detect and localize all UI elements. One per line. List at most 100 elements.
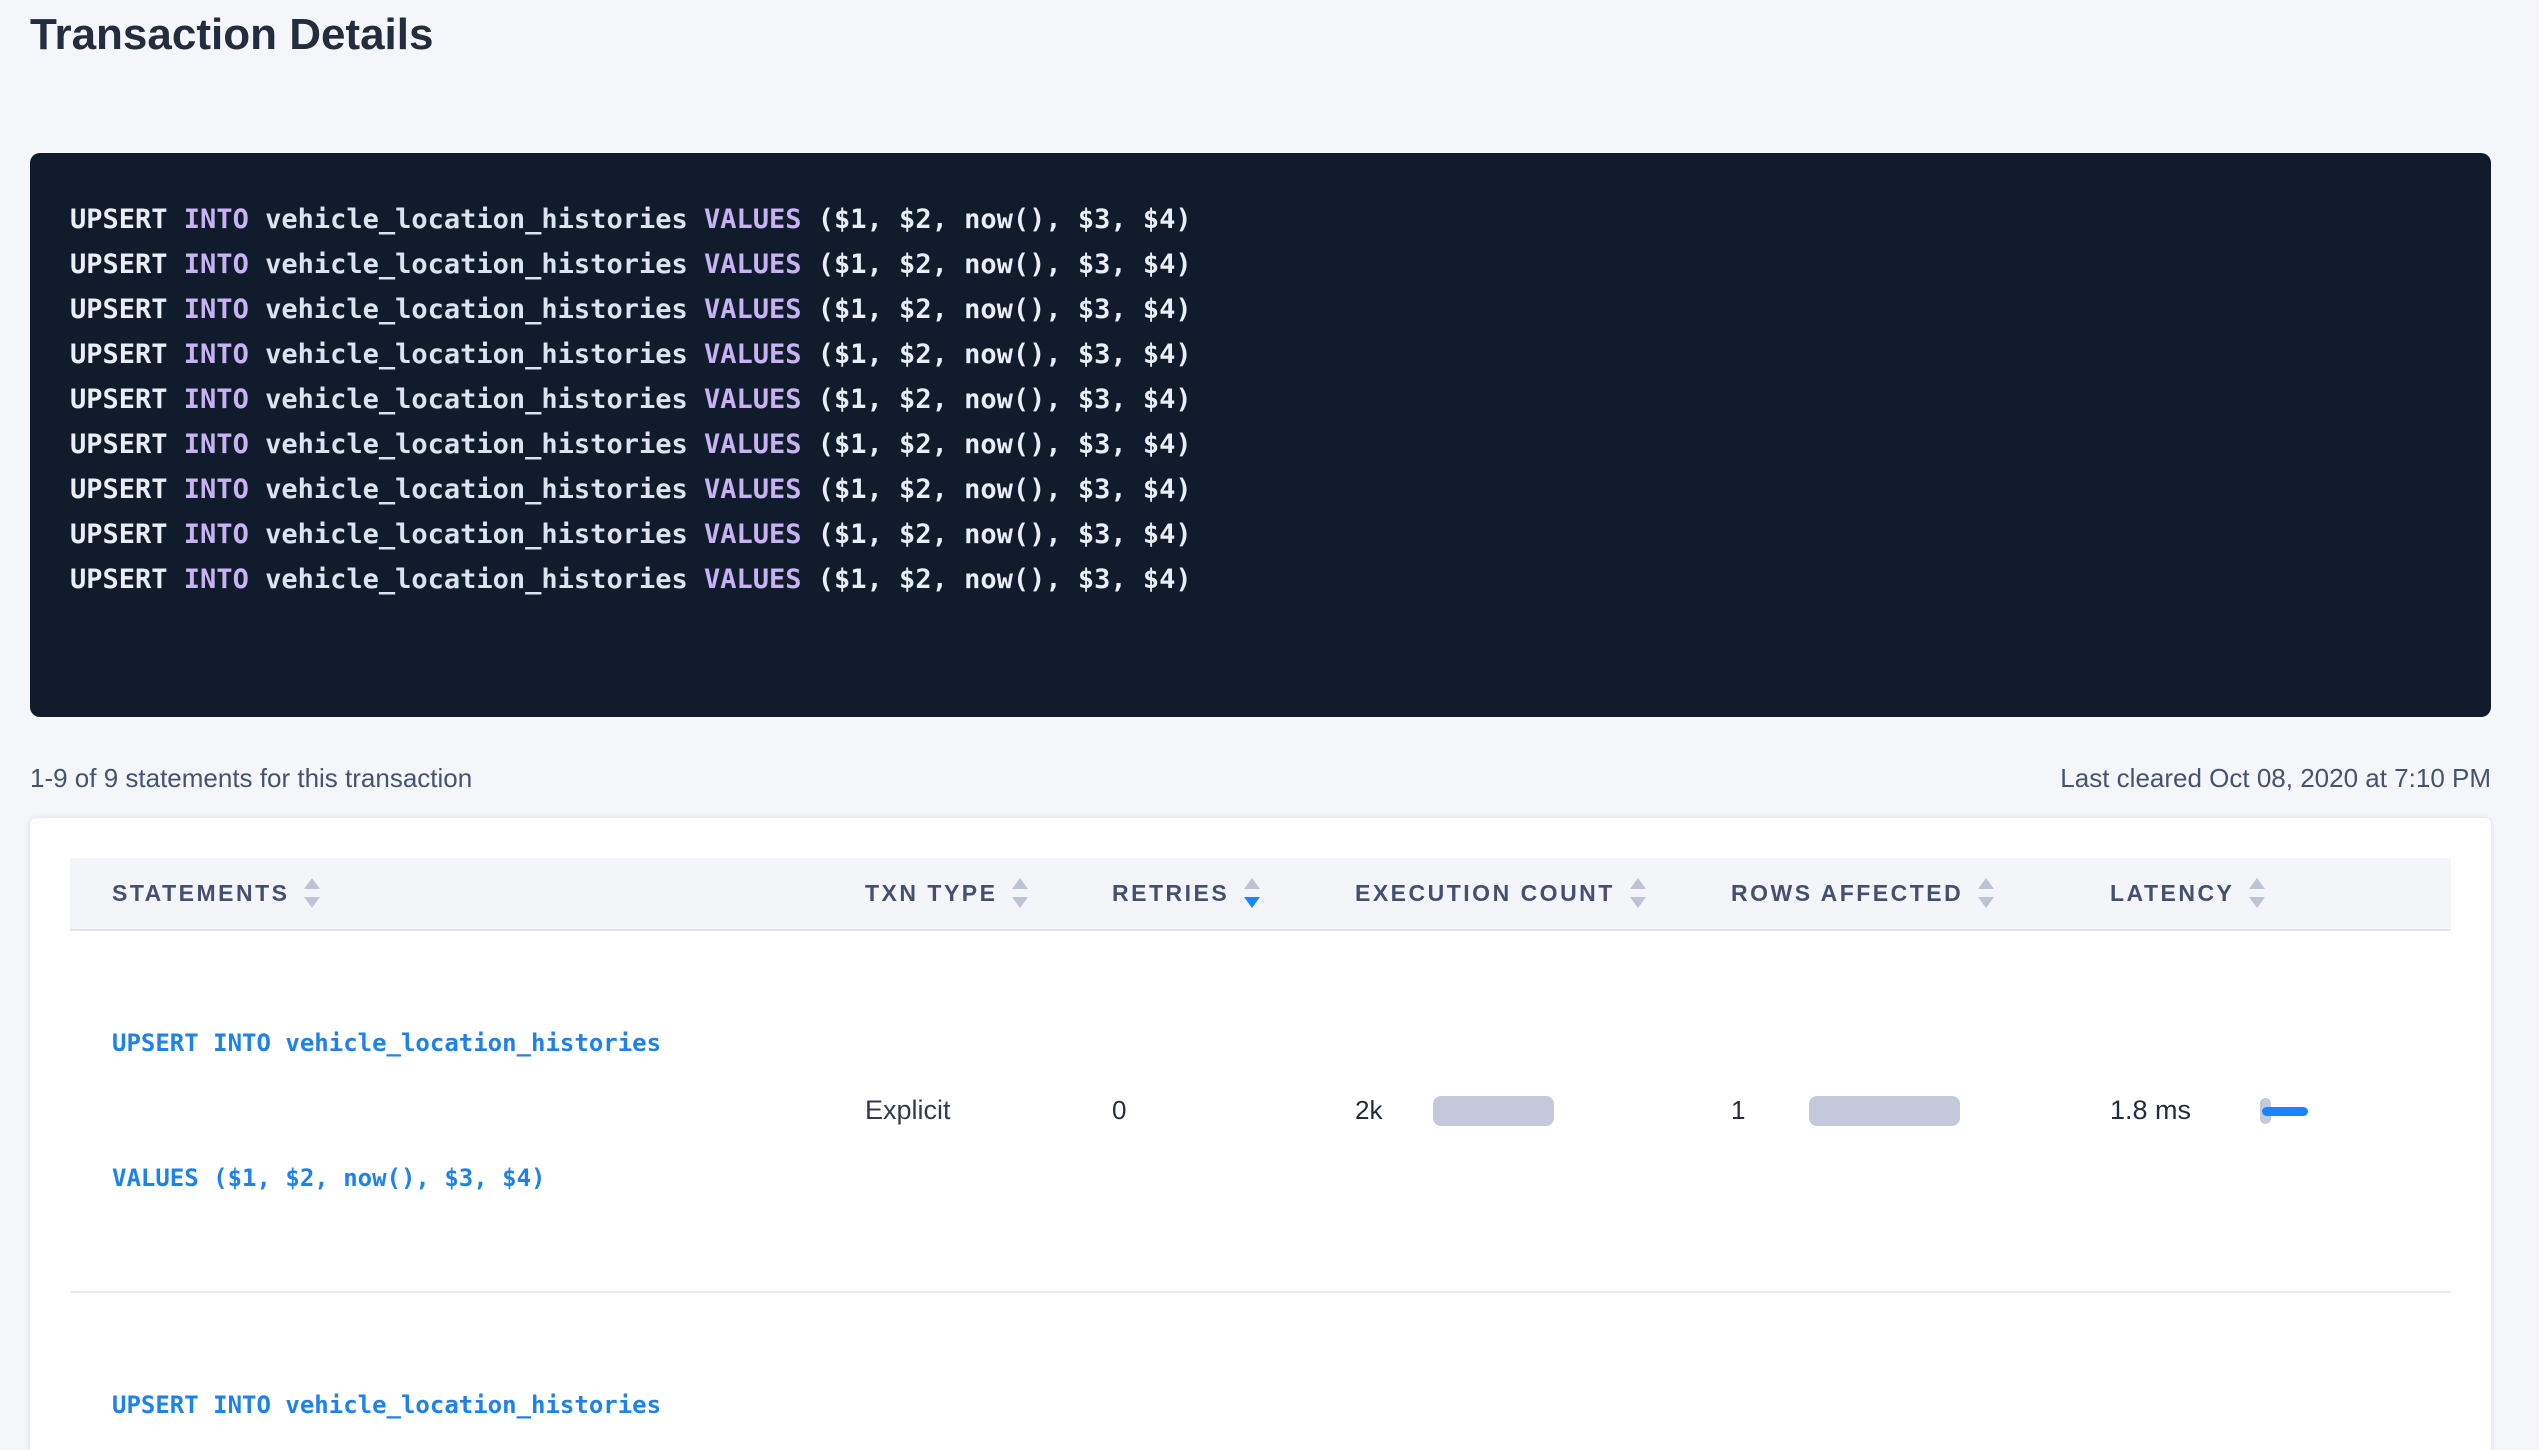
- column-header-rows-affected[interactable]: ROWS AFFECTED: [1731, 878, 2110, 908]
- sort-ascending-icon: [1978, 878, 1994, 889]
- column-header-latency[interactable]: LATENCY: [2110, 878, 2451, 908]
- table-header-row: STATEMENTS TXN TYPE RETRIES EXECUTION CO…: [70, 858, 2451, 931]
- sort-ascending-icon: [1012, 878, 1028, 889]
- sql-token-keyword: VALUES: [704, 294, 818, 325]
- sql-token-table: vehicle_location_histories: [265, 564, 704, 595]
- sql-token-table: vehicle_location_histories: [265, 429, 704, 460]
- sql-token-keyword: VALUES: [704, 204, 818, 235]
- sort-descending-icon: [304, 897, 320, 908]
- sort-icon: [2249, 878, 2265, 908]
- column-header-execution-count[interactable]: EXECUTION COUNT: [1355, 878, 1731, 908]
- sql-token-table: vehicle_location_histories: [265, 294, 704, 325]
- sql-token-keyword: VALUES: [704, 519, 818, 550]
- sql-token-keyword: INTO: [184, 384, 265, 415]
- sql-token-keyword: INTO: [184, 474, 265, 505]
- sql-token-plain: ($1, $2, now(), $3, $4): [818, 384, 1192, 415]
- sql-code-lines: UPSERT INTO vehicle_location_histories V…: [70, 197, 2451, 602]
- sql-token-plain: UPSERT: [70, 339, 184, 370]
- sql-token-table: vehicle_location_histories: [265, 519, 704, 550]
- sql-token-plain: ($1, $2, now(), $3, $4): [818, 474, 1192, 505]
- code-line: UPSERT INTO vehicle_location_histories V…: [70, 332, 2451, 377]
- sql-token-plain: UPSERT: [70, 429, 184, 460]
- statement-link[interactable]: UPSERT INTO vehicle_location_histories V…: [112, 1293, 865, 1450]
- sql-code-block: UPSERT INTO vehicle_location_histories V…: [30, 153, 2491, 717]
- retries-cell: 0: [1112, 1095, 1355, 1126]
- column-header-statements[interactable]: STATEMENTS: [70, 878, 865, 908]
- sql-token-plain: UPSERT: [70, 384, 184, 415]
- sql-token-keyword: INTO: [184, 564, 265, 595]
- table-row: UPSERT INTO vehicle_location_histories V…: [70, 931, 2451, 1293]
- sql-token-table: vehicle_location_histories: [265, 474, 704, 505]
- summary-bar: 1-9 of 9 statements for this transaction…: [30, 763, 2491, 794]
- execution-count-cell: 2k: [1355, 1095, 1731, 1126]
- sql-token-plain: UPSERT: [70, 564, 184, 595]
- code-line: UPSERT INTO vehicle_location_histories V…: [70, 197, 2451, 242]
- sort-icon: [1244, 878, 1260, 908]
- sql-token-plain: ($1, $2, now(), $3, $4): [818, 294, 1192, 325]
- sql-token-keyword: VALUES: [704, 384, 818, 415]
- latency-chart: [2260, 1095, 2350, 1127]
- sql-token-keyword: VALUES: [704, 249, 818, 280]
- sort-descending-icon: [1012, 897, 1028, 908]
- sql-token-plain: ($1, $2, now(), $3, $4): [818, 519, 1192, 550]
- sort-icon: [304, 878, 320, 908]
- sql-token-table: vehicle_location_histories: [265, 204, 704, 235]
- sort-descending-icon: [1630, 897, 1646, 908]
- column-header-label: RETRIES: [1112, 880, 1229, 907]
- column-header-txn-type[interactable]: TXN TYPE: [865, 878, 1112, 908]
- rows-affected-bar: [1809, 1096, 1960, 1126]
- sql-token-plain: UPSERT: [70, 519, 184, 550]
- code-line: UPSERT INTO vehicle_location_histories V…: [70, 287, 2451, 332]
- sort-icon: [1978, 878, 1994, 908]
- sql-token-plain: UPSERT: [70, 294, 184, 325]
- column-header-label: LATENCY: [2110, 880, 2234, 907]
- sql-token-keyword: VALUES: [704, 429, 818, 460]
- latency-cell: 1.8 ms: [2110, 1095, 2451, 1127]
- code-line: UPSERT INTO vehicle_location_histories V…: [70, 467, 2451, 512]
- sort-icon: [1012, 878, 1028, 908]
- latency-bar: [2262, 1107, 2308, 1116]
- sql-token-keyword: VALUES: [704, 474, 818, 505]
- sql-token-keyword: INTO: [184, 339, 265, 370]
- column-header-label: STATEMENTS: [112, 880, 289, 907]
- sql-token-plain: UPSERT: [70, 204, 184, 235]
- last-cleared-text: Last cleared Oct 08, 2020 at 7:10 PM: [2060, 763, 2491, 794]
- sql-token-keyword: VALUES: [704, 564, 818, 595]
- code-line: UPSERT INTO vehicle_location_histories V…: [70, 377, 2451, 422]
- statement-line-2: VALUES ($1, $2, now(), $3, $4): [112, 1156, 865, 1201]
- sql-token-keyword: VALUES: [704, 339, 818, 370]
- column-header-label: EXECUTION COUNT: [1355, 880, 1615, 907]
- column-header-label: ROWS AFFECTED: [1731, 880, 1963, 907]
- page-title: Transaction Details: [30, 10, 2509, 61]
- rows-affected-value: 1: [1731, 1095, 1793, 1126]
- sql-token-plain: UPSERT: [70, 474, 184, 505]
- sql-token-plain: ($1, $2, now(), $3, $4): [818, 249, 1192, 280]
- txn-type-cell: Explicit: [865, 1095, 1112, 1126]
- execution-count-bar: [1433, 1096, 1554, 1126]
- latency-value: 1.8 ms: [2110, 1095, 2260, 1126]
- column-header-retries[interactable]: RETRIES: [1112, 878, 1355, 908]
- sql-token-table: vehicle_location_histories: [265, 339, 704, 370]
- sort-ascending-icon: [2249, 878, 2265, 889]
- sort-descending-icon: [1978, 897, 1994, 908]
- sql-token-plain: ($1, $2, now(), $3, $4): [818, 339, 1192, 370]
- sql-token-keyword: INTO: [184, 294, 265, 325]
- sort-ascending-icon: [304, 878, 320, 889]
- table-body: UPSERT INTO vehicle_location_histories V…: [70, 931, 2451, 1450]
- statements-table-card: STATEMENTS TXN TYPE RETRIES EXECUTION CO…: [30, 818, 2491, 1450]
- rows-affected-cell: 1: [1731, 1095, 2110, 1126]
- sql-token-keyword: INTO: [184, 204, 265, 235]
- statement-line-1: UPSERT INTO vehicle_location_histories: [112, 1021, 865, 1066]
- sort-descending-icon: [2249, 897, 2265, 908]
- sql-token-plain: UPSERT: [70, 249, 184, 280]
- statements-count-text: 1-9 of 9 statements for this transaction: [30, 763, 472, 794]
- code-line: UPSERT INTO vehicle_location_histories V…: [70, 422, 2451, 467]
- sql-token-table: vehicle_location_histories: [265, 384, 704, 415]
- sql-token-table: vehicle_location_histories: [265, 249, 704, 280]
- column-header-label: TXN TYPE: [865, 880, 997, 907]
- sql-token-plain: ($1, $2, now(), $3, $4): [818, 429, 1192, 460]
- code-line: UPSERT INTO vehicle_location_histories V…: [70, 557, 2451, 602]
- code-line: UPSERT INTO vehicle_location_histories V…: [70, 512, 2451, 557]
- statement-link[interactable]: UPSERT INTO vehicle_location_histories V…: [112, 931, 865, 1291]
- statement-cell: UPSERT INTO vehicle_location_histories V…: [70, 931, 865, 1291]
